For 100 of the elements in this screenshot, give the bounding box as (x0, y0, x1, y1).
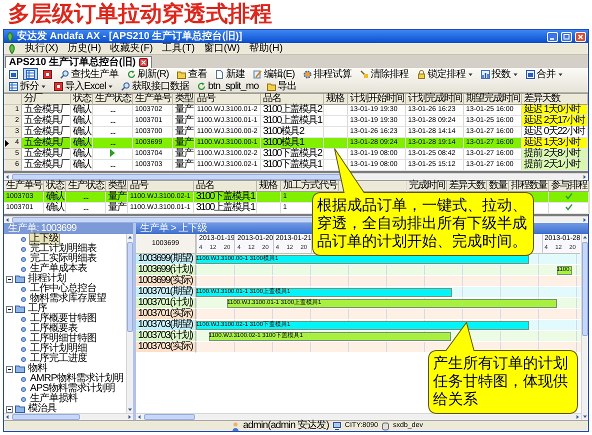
toolbar-button[interactable]: 导出 (264, 80, 300, 92)
left-arrow-icon[interactable] (4, 217, 11, 223)
bullet-icon (20, 296, 27, 302)
column-header[interactable]: 状态 (44, 181, 66, 192)
grid-icon (9, 82, 18, 90)
maximize-button[interactable] (561, 32, 572, 42)
grid-icon (26, 70, 35, 78)
toolbar-button[interactable]: 清除排程 (356, 68, 412, 80)
toolbar-button[interactable] (40, 68, 55, 80)
right-arrow-icon[interactable] (574, 414, 581, 420)
bullet-icon (20, 376, 27, 382)
toolbar-button[interactable]: 导入Excel (51, 80, 116, 92)
column-header[interactable]: 品名 (194, 181, 257, 192)
column-header[interactable]: 计划开始时间 (348, 94, 406, 105)
close-button[interactable] (575, 32, 586, 42)
menu-item[interactable]: 执行(X) (25, 43, 58, 54)
row-label: 1003701(计划) (136, 298, 196, 309)
bullet-icon (20, 236, 27, 242)
right-arrow-icon[interactable] (126, 414, 133, 420)
column-header[interactable]: 规格 (324, 94, 348, 105)
column-header[interactable]: 加工方式代号 (281, 181, 339, 192)
search-icon (120, 82, 130, 90)
bullet-icon (20, 336, 27, 342)
row-label: 1003703(计划) (136, 331, 196, 342)
column-header[interactable]: 生产状态 (66, 181, 106, 192)
vertical-scrollbar[interactable] (126, 234, 133, 413)
up-arrow-icon[interactable] (127, 234, 133, 241)
row-label: 1003703(期望) (136, 320, 196, 331)
pane-header: 生产单: 1003699 (4, 223, 133, 234)
horizontal-scrollbar[interactable] (4, 413, 133, 420)
menu-item[interactable]: 帮助(H) (248, 43, 283, 54)
toolbar-button[interactable]: 拆分 (6, 80, 49, 92)
table-cell: 提前 2天8小时 (522, 149, 588, 160)
right-arrow-icon[interactable] (581, 217, 588, 223)
toolbar-button[interactable]: 合并 (522, 68, 566, 80)
column-header[interactable]: 差异天数 (447, 181, 487, 192)
tree-item[interactable]: 物料 (27, 363, 48, 375)
column-header[interactable]: 差异天数 (522, 94, 588, 105)
row-label: 1003701(实际) (136, 309, 196, 320)
up-arrow-icon[interactable] (582, 234, 588, 241)
bullet-icon (20, 246, 27, 252)
column-header[interactable]: 期望完成时间 (464, 94, 522, 105)
column-header[interactable]: 生产单号 (4, 181, 44, 192)
toolbar-button[interactable]: 查找生产单 (57, 68, 122, 80)
column-header[interactable]: 状态 (71, 94, 93, 105)
brush-icon (360, 70, 369, 78)
toolbar-button[interactable]: 刷新(R) (124, 68, 172, 80)
minimize-button[interactable] (547, 32, 558, 42)
toolbar-button[interactable] (6, 68, 21, 80)
down-arrow-icon[interactable] (127, 406, 133, 413)
status-text: admin(admin 安达发) (243, 421, 329, 431)
document-tab[interactable]: APS210 生产订单总控台(旧) (5, 56, 152, 68)
window-title: 安达发 Andafa AX - [APS210 生产订单总控台(旧)] (17, 30, 244, 42)
folder-icon (15, 305, 25, 313)
tree-item[interactable]: 模治具 (27, 403, 58, 415)
column-header[interactable]: 完成时间 (407, 181, 447, 192)
column-header[interactable]: 品号 (195, 94, 261, 105)
bullet-icon (20, 356, 27, 362)
column-header[interactable]: 生产单号 (133, 94, 173, 105)
vertical-scrollbar[interactable] (581, 234, 588, 420)
table-cell: 延迟 2天17小时 (522, 116, 588, 127)
right-arrow-icon[interactable] (581, 174, 588, 180)
horizontal-scrollbar[interactable] (4, 173, 588, 180)
down-arrow-icon[interactable] (582, 413, 588, 420)
column-header[interactable]: 品名 (261, 94, 324, 105)
toolbar-button[interactable]: 查看 (174, 68, 210, 80)
row-label: 1003699(计划) (136, 265, 196, 276)
column-header[interactable]: 规格 (257, 181, 281, 192)
row-label: 1003699(实际) (136, 276, 196, 287)
table-cell: 延迟 0天22小时 (522, 127, 588, 138)
toolbar-button[interactable]: 投数 (478, 68, 521, 80)
search-icon (60, 70, 69, 78)
column-header[interactable]: 品号 (128, 181, 194, 192)
column-header[interactable]: 参与排程 (549, 181, 589, 192)
toolbar-button[interactable]: 获取接口数据 (118, 80, 192, 92)
menu-item[interactable]: 工具(T) (162, 43, 195, 54)
toolbar-button[interactable]: btn_split_mo (194, 80, 262, 92)
bullet-icon (20, 326, 27, 332)
column-header[interactable]: 排程数量 (509, 181, 549, 192)
toolbar-button[interactable]: 编辑(E) (250, 68, 298, 80)
menu-item[interactable]: 窗口(W) (204, 43, 240, 54)
column-header[interactable]: 分厂 (22, 94, 71, 105)
menu-item[interactable]: 历史(H) (67, 43, 102, 54)
left-arrow-icon[interactable] (4, 174, 11, 180)
column-header[interactable]: 类型 (173, 94, 195, 105)
menu-item[interactable]: 收藏夹(F) (110, 43, 154, 54)
gear-icon (302, 70, 312, 78)
horizontal-scrollbar[interactable] (136, 413, 581, 420)
monitor-icon (332, 422, 341, 430)
toolbar-button[interactable]: 新建 (212, 68, 248, 80)
column-header[interactable]: 数量 (487, 181, 509, 192)
refresh-icon (196, 82, 206, 90)
column-header[interactable]: 生产状态 (93, 94, 133, 105)
left-arrow-icon[interactable] (4, 414, 11, 420)
toolbar-button[interactable]: 锁定排程 (414, 68, 476, 80)
toolbar-button[interactable] (23, 68, 38, 80)
left-arrow-icon[interactable] (136, 414, 143, 420)
column-header[interactable]: 计划完成时间 (406, 94, 464, 105)
toolbar-button[interactable]: 排程试算 (300, 68, 355, 80)
column-header[interactable]: 类型 (106, 181, 128, 192)
